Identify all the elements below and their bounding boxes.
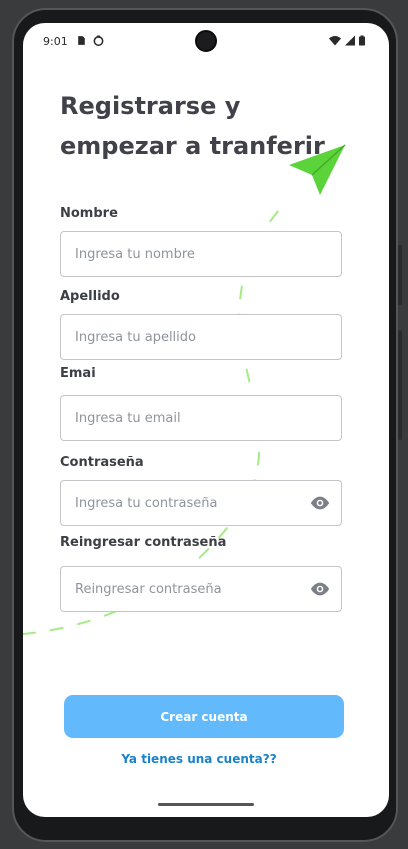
apellido-label: Apellido (60, 289, 120, 304)
app-screen: 9:01 Registrarse y empezar a tranferir N… (23, 23, 389, 817)
password-repeat-field[interactable] (60, 566, 342, 612)
password-field[interactable] (60, 480, 342, 526)
face-icon (93, 35, 104, 46)
volume-button (398, 330, 402, 440)
nombre-input[interactable] (75, 232, 295, 276)
eye-icon[interactable] (309, 580, 331, 598)
power-button (398, 245, 402, 305)
apellido-field[interactable] (60, 314, 342, 360)
title-line-1: Registrarse y (60, 92, 241, 120)
nombre-label: Nombre (60, 206, 118, 221)
wifi-icon (329, 36, 341, 46)
password-label: Contraseña (60, 455, 144, 470)
login-link[interactable]: Ya tienes una cuenta?? (23, 752, 375, 766)
apellido-input[interactable] (75, 315, 295, 359)
create-account-button[interactable]: Crear cuenta (64, 695, 344, 738)
battery-icon (359, 35, 365, 46)
eye-icon[interactable] (309, 494, 331, 512)
password-repeat-label: Reingresar contraseña (60, 535, 227, 550)
nombre-field[interactable] (60, 231, 342, 277)
email-input[interactable] (75, 396, 295, 440)
signal-icon (345, 35, 355, 46)
email-field[interactable] (60, 395, 342, 441)
password-input[interactable] (75, 481, 295, 525)
phone-device: 9:01 Registrarse y empezar a tranferir N… (0, 0, 408, 849)
sim-icon (78, 36, 85, 45)
front-camera (195, 30, 217, 52)
title-line-2: empezar a tranferir (60, 132, 325, 160)
page-title: Registrarse y empezar a tranferir (60, 86, 360, 166)
password-repeat-input[interactable] (75, 567, 295, 611)
email-label: Emai (60, 366, 96, 381)
status-time: 9:01 (43, 35, 68, 48)
status-bar: 9:01 (23, 23, 389, 61)
home-indicator[interactable] (158, 803, 254, 806)
